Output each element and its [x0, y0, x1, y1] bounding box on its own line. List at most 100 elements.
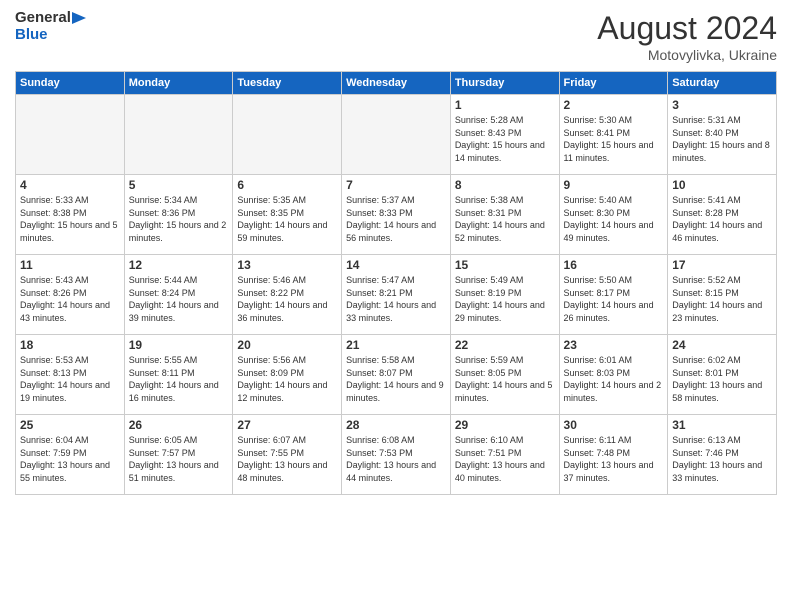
day-number: 16: [564, 258, 664, 272]
day-number: 12: [129, 258, 229, 272]
day-info: Sunrise: 5:43 AMSunset: 8:26 PMDaylight:…: [20, 274, 120, 324]
week-row-1: 4 Sunrise: 5:33 AMSunset: 8:38 PMDaylight…: [16, 175, 777, 255]
day-info: Sunrise: 5:59 AMSunset: 8:05 PMDaylight:…: [455, 354, 555, 404]
day-number: 31: [672, 418, 772, 432]
day-number: 26: [129, 418, 229, 432]
day-info: Sunrise: 6:11 AMSunset: 7:48 PMDaylight:…: [564, 434, 664, 484]
day-cell: 23Sunrise: 6:01 AMSunset: 8:03 PMDayligh…: [559, 335, 668, 415]
day-cell: 17 Sunrise: 5:52 AMSunset: 8:15 PMDayligh…: [668, 255, 777, 335]
col-wednesday: Wednesday: [342, 72, 451, 95]
day-number: 10: [672, 178, 772, 192]
day-info: Sunrise: 5:33 AMSunset: 8:38 PMDaylight:…: [20, 194, 120, 244]
day-cell: 14Sunrise: 5:47 AMSunset: 8:21 PMDayligh…: [342, 255, 451, 335]
day-info: Sunrise: 5:28 AMSunset: 8:43 PMDaylight:…: [455, 114, 555, 164]
logo-blue-text: Blue: [15, 27, 48, 44]
day-cell: [342, 95, 451, 175]
day-info: Sunrise: 5:44 AMSunset: 8:24 PMDaylight:…: [129, 274, 229, 324]
day-number: 18: [20, 338, 120, 352]
day-number: 21: [346, 338, 446, 352]
day-info: Sunrise: 6:10 AMSunset: 7:51 PMDaylight:…: [455, 434, 555, 484]
day-cell: 5 Sunrise: 5:34 AMSunset: 8:36 PMDaylight…: [124, 175, 233, 255]
day-cell: 7 Sunrise: 5:37 AMSunset: 8:33 PMDaylight…: [342, 175, 451, 255]
day-number: 5: [129, 178, 229, 192]
day-info: Sunrise: 5:56 AMSunset: 8:09 PMDaylight:…: [237, 354, 337, 404]
day-info: Sunrise: 5:55 AMSunset: 8:11 PMDaylight:…: [129, 354, 229, 404]
day-info: Sunrise: 6:05 AMSunset: 7:57 PMDaylight:…: [129, 434, 229, 484]
day-cell: 26 Sunrise: 6:05 AMSunset: 7:57 PMDayligh…: [124, 415, 233, 495]
day-number: 15: [455, 258, 555, 272]
day-cell: 19 Sunrise: 5:55 AMSunset: 8:11 PMDayligh…: [124, 335, 233, 415]
day-cell: 22 Sunrise: 5:59 AMSunset: 8:05 PMDayligh…: [450, 335, 559, 415]
day-cell: 6Sunrise: 5:35 AMSunset: 8:35 PMDaylight…: [233, 175, 342, 255]
day-info: Sunrise: 5:50 AMSunset: 8:17 PMDaylight:…: [564, 274, 664, 324]
day-number: 6: [237, 178, 337, 192]
weekday-row: Sunday Monday Tuesday Wednesday Thursday…: [16, 72, 777, 95]
calendar-header: Sunday Monday Tuesday Wednesday Thursday…: [16, 72, 777, 95]
day-number: 2: [564, 98, 664, 112]
day-cell: 18 Sunrise: 5:53 AMSunset: 8:13 PMDayligh…: [16, 335, 125, 415]
day-cell: 12 Sunrise: 5:44 AMSunset: 8:24 PMDayligh…: [124, 255, 233, 335]
day-number: 19: [129, 338, 229, 352]
week-row-2: 11 Sunrise: 5:43 AMSunset: 8:26 PMDayligh…: [16, 255, 777, 335]
day-number: 8: [455, 178, 555, 192]
day-cell: 27 Sunrise: 6:07 AMSunset: 7:55 PMDayligh…: [233, 415, 342, 495]
day-number: 28: [346, 418, 446, 432]
day-cell: 24 Sunrise: 6:02 AMSunset: 8:01 PMDayligh…: [668, 335, 777, 415]
col-saturday: Saturday: [668, 72, 777, 95]
day-number: 25: [20, 418, 120, 432]
day-number: 13: [237, 258, 337, 272]
day-info: Sunrise: 5:30 AMSunset: 8:41 PMDaylight:…: [564, 114, 664, 164]
day-number: 17: [672, 258, 772, 272]
day-info: Sunrise: 5:41 AMSunset: 8:28 PMDaylight:…: [672, 194, 772, 244]
month-year: August 2024: [597, 10, 777, 47]
day-number: 27: [237, 418, 337, 432]
day-cell: 1 Sunrise: 5:28 AMSunset: 8:43 PMDaylight…: [450, 95, 559, 175]
day-info: Sunrise: 6:02 AMSunset: 8:01 PMDaylight:…: [672, 354, 772, 404]
col-sunday: Sunday: [16, 72, 125, 95]
logo: General Blue: [15, 10, 86, 43]
col-friday: Friday: [559, 72, 668, 95]
day-cell: 2 Sunrise: 5:30 AMSunset: 8:41 PMDaylight…: [559, 95, 668, 175]
day-number: 24: [672, 338, 772, 352]
day-number: 20: [237, 338, 337, 352]
day-cell: 21Sunrise: 5:58 AMSunset: 8:07 PMDayligh…: [342, 335, 451, 415]
day-info: Sunrise: 5:53 AMSunset: 8:13 PMDaylight:…: [20, 354, 120, 404]
day-cell: 29Sunrise: 6:10 AMSunset: 7:51 PMDayligh…: [450, 415, 559, 495]
day-cell: 28 Sunrise: 6:08 AMSunset: 7:53 PMDayligh…: [342, 415, 451, 495]
location: Motovylivka, Ukraine: [597, 47, 777, 63]
day-cell: [16, 95, 125, 175]
day-cell: 13 Sunrise: 5:46 AMSunset: 8:22 PMDayligh…: [233, 255, 342, 335]
day-cell: 4 Sunrise: 5:33 AMSunset: 8:38 PMDaylight…: [16, 175, 125, 255]
day-cell: [124, 95, 233, 175]
day-info: Sunrise: 5:34 AMSunset: 8:36 PMDaylight:…: [129, 194, 229, 244]
day-info: Sunrise: 6:08 AMSunset: 7:53 PMDaylight:…: [346, 434, 446, 484]
day-info: Sunrise: 6:13 AMSunset: 7:46 PMDaylight:…: [672, 434, 772, 484]
day-info: Sunrise: 5:37 AMSunset: 8:33 PMDaylight:…: [346, 194, 446, 244]
day-cell: 15 Sunrise: 5:49 AMSunset: 8:19 PMDayligh…: [450, 255, 559, 335]
day-number: 4: [20, 178, 120, 192]
day-number: 7: [346, 178, 446, 192]
day-number: 11: [20, 258, 120, 272]
day-info: Sunrise: 5:31 AMSunset: 8:40 PMDaylight:…: [672, 114, 772, 164]
day-number: 14: [346, 258, 446, 272]
title-block: August 2024 Motovylivka, Ukraine: [597, 10, 777, 63]
day-info: Sunrise: 6:04 AMSunset: 7:59 PMDaylight:…: [20, 434, 120, 484]
day-cell: 3Sunrise: 5:31 AMSunset: 8:40 PMDaylight…: [668, 95, 777, 175]
day-cell: 31 Sunrise: 6:13 AMSunset: 7:46 PMDayligh…: [668, 415, 777, 495]
day-number: 22: [455, 338, 555, 352]
calendar-table: Sunday Monday Tuesday Wednesday Thursday…: [15, 71, 777, 495]
week-row-4: 25 Sunrise: 6:04 AMSunset: 7:59 PMDayligh…: [16, 415, 777, 495]
day-cell: 25 Sunrise: 6:04 AMSunset: 7:59 PMDayligh…: [16, 415, 125, 495]
day-number: 1: [455, 98, 555, 112]
header: General Blue August 2024 Motovylivka, Uk…: [15, 10, 777, 63]
page: General Blue August 2024 Motovylivka, Uk…: [0, 0, 792, 505]
day-info: Sunrise: 5:49 AMSunset: 8:19 PMDaylight:…: [455, 274, 555, 324]
day-cell: 9Sunrise: 5:40 AMSunset: 8:30 PMDaylight…: [559, 175, 668, 255]
day-info: Sunrise: 6:07 AMSunset: 7:55 PMDaylight:…: [237, 434, 337, 484]
day-cell: 20 Sunrise: 5:56 AMSunset: 8:09 PMDayligh…: [233, 335, 342, 415]
day-info: Sunrise: 5:46 AMSunset: 8:22 PMDaylight:…: [237, 274, 337, 324]
col-tuesday: Tuesday: [233, 72, 342, 95]
day-info: Sunrise: 5:52 AMSunset: 8:15 PMDaylight:…: [672, 274, 772, 324]
day-cell: [233, 95, 342, 175]
calendar-body: 1 Sunrise: 5:28 AMSunset: 8:43 PMDaylight…: [16, 95, 777, 495]
